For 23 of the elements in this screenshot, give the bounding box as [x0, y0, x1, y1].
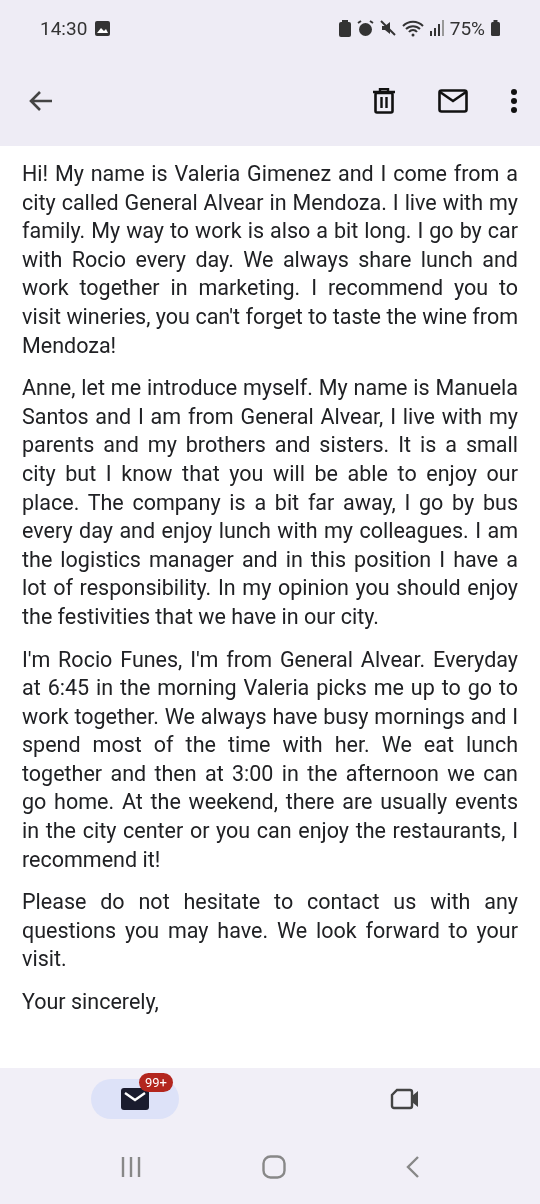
back-icon[interactable]	[406, 1155, 420, 1179]
wifi-icon	[401, 19, 424, 37]
message-paragraph: I'm Rocio Funes, I'm from General Alvear. Everyday at 6:45 in the morning Valeria picks me up to go to work together. We always have busy mornings and I spend most of the time with her. We eat lunch together and then at 3:00 in the afternoon we can go home. At the weekend, there are usually events in the city center or you can enjoy the restaurants, I recommend it!	[22, 645, 518, 874]
signal-icon	[429, 20, 444, 36]
more-vertical-icon	[510, 88, 518, 114]
back-arrow-icon	[28, 90, 54, 112]
recent-apps-icon[interactable]	[120, 1156, 142, 1178]
battery-saver-icon	[338, 19, 351, 37]
battery-percentage: 75%	[449, 16, 485, 40]
message-paragraph: Please do not hesitate to contact us with any questions you may have. We look forward to your visit.	[22, 888, 518, 974]
video-camera-icon	[390, 1087, 420, 1111]
message-paragraph: Hi! My name is Valeria Gimenez and I come from a city called General Alvear in Mendoza. I live with my family. My way to work is also a bit long. I go by car with Rocio every day. We always share lunch and work together in marketing. I recommend you to visit wineries, you can't forget to taste the wine from Mendoza!	[22, 160, 518, 360]
mute-icon	[379, 20, 396, 36]
alarm-icon	[356, 19, 374, 37]
unread-count-badge: 99+	[139, 1073, 173, 1092]
message-paragraph: Anne, let me introduce myself. My name is Manuela Santos and I am from General Alvear, I live with my parents and my brothers and sisters. It is a small city but I know that you will be able to enjoy our place. The company is a bit far away, I go by bus every day and enjoy lunch with my colleagues. I am the logistics manager and in this position I have a lot of responsibility. In my opinion you should enjoy the festivities that we have in our city.	[22, 374, 518, 631]
home-icon[interactable]	[262, 1155, 286, 1179]
battery-icon	[491, 20, 500, 36]
mail-icon	[120, 1087, 150, 1111]
mail-tab[interactable]	[91, 1079, 179, 1119]
clock: 14:30	[40, 16, 88, 40]
message-paragraph: Your sincerely,	[22, 988, 160, 1017]
image-icon	[95, 20, 111, 36]
